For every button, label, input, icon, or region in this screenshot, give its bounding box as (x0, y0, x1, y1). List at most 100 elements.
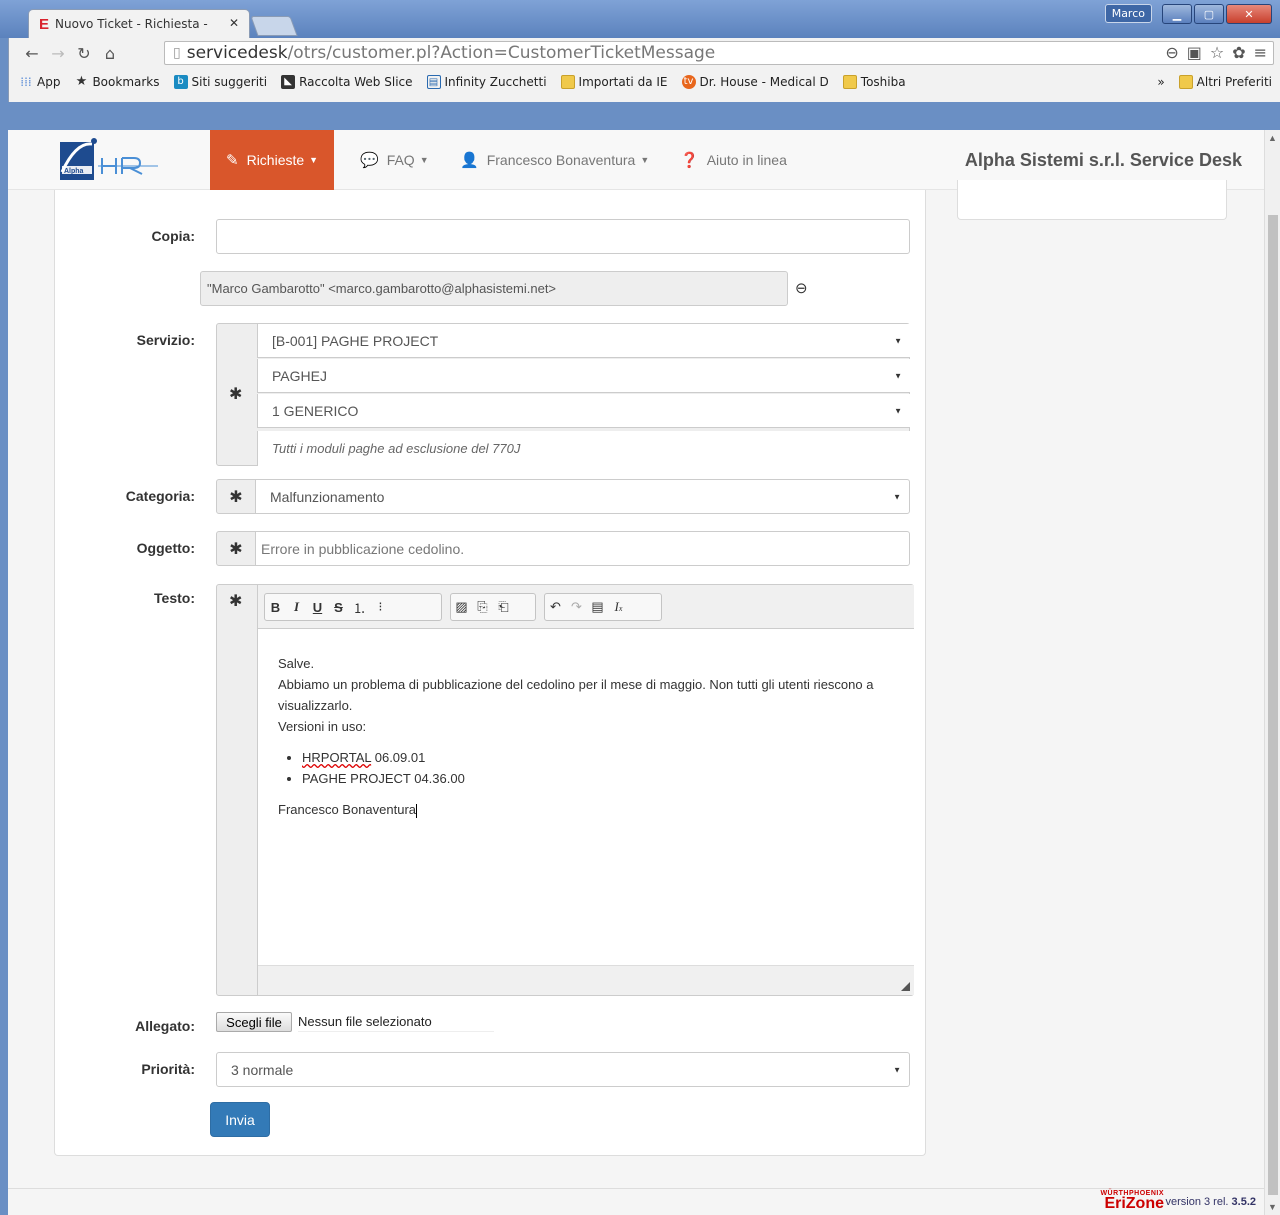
numbered-list-icon[interactable]: ⒈ (349, 598, 370, 617)
bookmark-importati[interactable]: Importati da IE (560, 75, 668, 89)
maximize-icon[interactable]: ▢ (1194, 4, 1224, 24)
bookmark-toshiba[interactable]: Toshiba (842, 75, 906, 89)
service-group: ✱ [B-001] PAGHE PROJECT ▼ PAGHEJ ▼ 1 GENER… (216, 323, 910, 466)
list-item: HRPORTAL 06.09.01 (302, 747, 894, 768)
nav-help[interactable]: ❓ Aiuto in linea (680, 130, 787, 190)
bookmark-siti-suggeriti[interactable]: b Siti suggeriti (173, 75, 268, 89)
editor-line: Abbiamo un problema di pubblicazione del… (278, 677, 874, 713)
question-circle-icon: ❓ (680, 152, 699, 169)
page-scrollbar[interactable]: ▲ ▼ (1264, 130, 1280, 1215)
extension-icon[interactable]: ✿ (1232, 43, 1245, 62)
editor-content[interactable]: Salve. Abbiamo un problema di pubblicazi… (258, 629, 914, 965)
bulleted-list-icon[interactable]: ⁝ (370, 599, 391, 615)
paste-text-icon[interactable]: ⎘ (472, 599, 493, 615)
choose-file-button[interactable]: Scegli file (216, 1012, 292, 1032)
service-select[interactable]: [B-001] PAGHE PROJECT ▼ (257, 324, 910, 358)
nav-faq[interactable]: 💬 FAQ ▼ (360, 130, 429, 190)
subservice-select-value: PAGHEJ (272, 367, 327, 384)
menu-icon[interactable]: ≡ (1254, 43, 1267, 62)
tv-icon: tv (681, 75, 696, 89)
zoom-icon[interactable]: ⊖ (1165, 43, 1178, 62)
module-select[interactable]: 1 GENERICO ▼ (257, 394, 910, 428)
oggetto-input[interactable]: Errore in pubblicazione cedolino. (255, 531, 910, 566)
bookmarks-more[interactable]: » (1157, 75, 1164, 89)
alpha-hr-logo[interactable]: Alpha (58, 138, 176, 184)
caret-down-icon: ▼ (309, 155, 319, 165)
module-select-value: 1 GENERICO (272, 402, 359, 419)
erizone-logo[interactable]: WÜRTHPHOENIX EriZone (1100, 1190, 1164, 1212)
tab-close-icon[interactable]: ✕ (229, 16, 239, 30)
service-description: Tutti i moduli paghe ad esclusione del 7… (257, 431, 910, 466)
forward-icon[interactable]: → (45, 44, 71, 63)
bookmark-bookmarks[interactable]: ★ Bookmarks (74, 75, 160, 90)
close-window-icon[interactable]: ✕ (1226, 4, 1272, 24)
nav-user[interactable]: 👤 Francesco Bonaventura ▼ (460, 130, 649, 190)
user-icon: 👤 (460, 152, 479, 169)
bookmark-dr-house[interactable]: tv Dr. House - Medical D (681, 75, 829, 89)
subservice-select[interactable]: PAGHEJ ▼ (257, 359, 910, 393)
translate-icon[interactable]: ▣ (1187, 43, 1202, 62)
list-item: PAGHE PROJECT 04.36.00 (302, 768, 894, 789)
bookmark-label: Siti suggeriti (191, 75, 268, 89)
nav-richieste[interactable]: ✎ Richieste ▼ (210, 130, 335, 190)
editor-signature: Francesco Bonaventura (278, 799, 894, 820)
priorita-select[interactable]: 3 normale ▼ (216, 1052, 910, 1087)
url-path: /otrs/customer.pl?Action=CustomerTicketM… (287, 43, 716, 63)
italic-icon[interactable]: I (286, 599, 307, 615)
bold-icon[interactable]: B (265, 600, 286, 615)
paste-word-icon[interactable]: ⎗ (493, 599, 514, 615)
categoria-label: Categoria: (125, 488, 195, 504)
service-description-text: Tutti i moduli paghe ad esclusione del 7… (272, 441, 521, 456)
scrollbar-thumb[interactable] (1268, 215, 1278, 1195)
page-icon: ▤ (426, 75, 441, 89)
bookmark-label: Toshiba (860, 75, 906, 89)
required-icon: ✱ (216, 479, 256, 514)
profile-chip[interactable]: Marco (1104, 4, 1152, 23)
caret-down-icon: ▼ (419, 155, 429, 165)
bookmark-altri-preferiti[interactable]: Altri Preferiti (1178, 75, 1272, 89)
back-icon[interactable]: ← (19, 44, 45, 63)
apps-grid-icon: ⁞⁞⁞ (20, 75, 32, 89)
submit-button[interactable]: Invia (210, 1102, 270, 1137)
bookmark-web-slice[interactable]: ◣ Raccolta Web Slice (281, 75, 413, 89)
cc-recipient-entry: "Marco Gambarotto" <marco.gambarotto@alp… (200, 271, 788, 306)
scroll-down-icon[interactable]: ▼ (1268, 1202, 1277, 1212)
nav-user-label: Francesco Bonaventura (486, 152, 636, 168)
editor-statusbar (258, 965, 914, 995)
browser-toolbar: ← → ↻ ⌂ ▯ servicedesk/otrs/customer.pl?A… (8, 38, 1280, 102)
scroll-up-icon[interactable]: ▲ (1268, 133, 1277, 143)
address-bar[interactable]: ▯ servicedesk/otrs/customer.pl?Action=Cu… (164, 41, 1274, 65)
star-icon[interactable]: ☆ (1210, 43, 1224, 62)
new-tab-button[interactable] (250, 16, 298, 36)
bookmark-label: App (37, 75, 61, 89)
version-number: 3.5.2 (1231, 1196, 1256, 1208)
reload-icon[interactable]: ↻ (71, 44, 97, 63)
bookmark-infinity[interactable]: ▤ Infinity Zucchetti (426, 75, 547, 89)
underline-icon[interactable]: U (307, 600, 328, 615)
bing-icon: b (173, 75, 188, 89)
caret-down-icon: ▼ (894, 336, 902, 345)
strikethrough-icon[interactable]: S (328, 600, 349, 615)
remove-format-icon[interactable]: Ix (608, 599, 629, 615)
resize-handle-icon[interactable] (901, 982, 910, 991)
misspelled-word: HRPORTAL (302, 750, 372, 765)
home-icon[interactable]: ⌂ (97, 44, 123, 63)
categoria-select[interactable]: Malfunzionamento ▼ (255, 479, 910, 514)
redo-icon[interactable]: ↷ (566, 599, 587, 615)
oggetto-label: Oggetto: (136, 540, 195, 556)
service-select-value: [B-001] PAGHE PROJECT (272, 332, 439, 349)
bookmark-app[interactable]: ⁞⁞⁞ App (19, 75, 60, 89)
remove-recipient-icon[interactable]: ⊖ (795, 279, 808, 297)
undo-icon[interactable]: ↶ (545, 599, 566, 615)
toolbar-group-format: B I U S ⒈ ⁝ (264, 593, 442, 621)
signature-text: Francesco Bonaventura (278, 802, 417, 817)
source-icon[interactable]: ▤ (587, 599, 608, 615)
image-icon[interactable]: ▨ (451, 599, 472, 615)
browser-tab[interactable]: E Nuovo Ticket - Richiesta - ✕ (28, 9, 250, 38)
minimize-icon[interactable]: ▁ (1162, 4, 1192, 24)
copia-input[interactable] (216, 219, 910, 254)
editor-line: Salve. (278, 656, 315, 671)
toolbar-group-edit: ↶ ↷ ▤ Ix (544, 593, 662, 621)
copia-label: Copia: (151, 228, 195, 244)
bookmark-label: Dr. House - Medical D (699, 75, 829, 89)
